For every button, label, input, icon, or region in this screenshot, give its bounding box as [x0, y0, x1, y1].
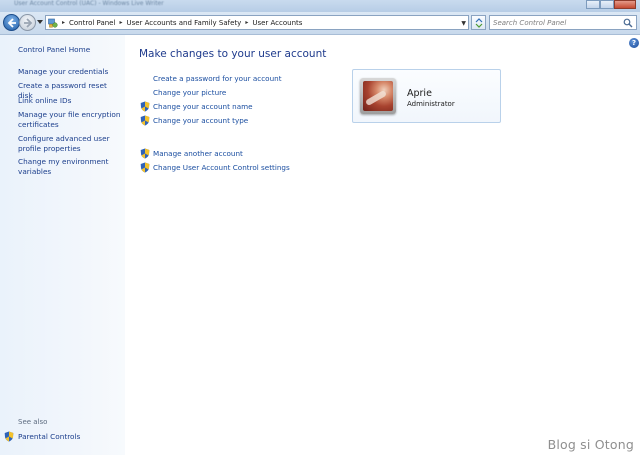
uac-shield-icon: [140, 115, 150, 126]
navigation-bar: ▸ Control Panel ▸ User Accounts and Fami…: [0, 12, 640, 35]
breadcrumb: ▸ Control Panel ▸ User Accounts and Fami…: [60, 16, 302, 29]
change-environment-variables-link[interactable]: Change my environment variables: [18, 157, 122, 177]
parental-controls-link[interactable]: Parental Controls: [4, 431, 80, 442]
uac-shield-icon: [140, 148, 150, 159]
watermark-text: Blog si Otong: [547, 437, 634, 452]
parental-controls-label[interactable]: Parental Controls: [18, 432, 80, 441]
forward-button[interactable]: [19, 14, 36, 31]
address-dropdown-icon[interactable]: ▼: [461, 20, 466, 27]
help-button[interactable]: ?: [629, 38, 639, 48]
user-picture-icon: [363, 81, 393, 111]
breadcrumb-separator-icon[interactable]: ▸: [119, 19, 122, 26]
create-password-link[interactable]: Create a password for your account: [140, 73, 282, 83]
uac-shield-icon: [140, 101, 150, 112]
task-icon-slot: [140, 73, 153, 83]
window-title: User Account Control (UAC) - Windows Liv…: [14, 0, 164, 7]
breadcrumb-separator-icon[interactable]: ▸: [62, 19, 65, 26]
search-box[interactable]: [489, 15, 637, 30]
close-button[interactable]: [614, 0, 636, 9]
uac-shield-icon: [140, 162, 150, 173]
task-label[interactable]: Change your account name: [153, 102, 253, 111]
task-label[interactable]: Create a password for your account: [153, 74, 282, 83]
user-role: Administrator: [407, 100, 455, 108]
task-icon-slot: [140, 87, 153, 97]
avatar: [360, 78, 396, 114]
control-panel-icon: [48, 18, 58, 28]
shield-icon: [4, 431, 14, 442]
breadcrumb-user-accounts-family-safety[interactable]: User Accounts and Family Safety: [126, 19, 241, 27]
change-uac-settings-link[interactable]: Change User Account Control settings: [140, 162, 290, 173]
forward-arrow-icon: [24, 18, 33, 28]
change-account-type-link[interactable]: Change your account type: [140, 115, 248, 126]
manage-credentials-link[interactable]: Manage your credentials: [18, 67, 122, 77]
task-label[interactable]: Change User Account Control settings: [153, 163, 290, 172]
window-controls: [586, 0, 636, 9]
link-online-ids-link[interactable]: Link online IDs: [18, 96, 122, 106]
back-button[interactable]: [3, 14, 20, 31]
search-input[interactable]: [493, 17, 619, 28]
see-also-heading: See also: [18, 418, 48, 426]
change-account-name-link[interactable]: Change your account name: [140, 101, 253, 112]
task-label[interactable]: Change your account type: [153, 116, 248, 125]
user-name: Aprie: [407, 88, 432, 99]
refresh-button[interactable]: [471, 15, 486, 30]
minimize-button[interactable]: [586, 0, 600, 9]
help-icon: ?: [631, 39, 637, 47]
breadcrumb-separator-icon[interactable]: ▸: [245, 19, 248, 26]
configure-advanced-profile-link[interactable]: Configure advanced user profile properti…: [18, 134, 122, 154]
address-bar[interactable]: ▸ Control Panel ▸ User Accounts and Fami…: [45, 15, 469, 30]
control-panel-home-link[interactable]: Control Panel Home: [18, 45, 122, 55]
recent-pages-icon[interactable]: [37, 19, 43, 25]
manage-file-encryption-link[interactable]: Manage your file encryption certificates: [18, 110, 122, 130]
task-label[interactable]: Change your picture: [153, 88, 226, 97]
manage-another-account-link[interactable]: Manage another account: [140, 148, 243, 159]
change-picture-link[interactable]: Change your picture: [140, 87, 226, 97]
task-label[interactable]: Manage another account: [153, 149, 243, 158]
page-title: Make changes to your user account: [139, 48, 327, 60]
title-bar: User Account Control (UAC) - Windows Liv…: [0, 0, 640, 12]
left-task-pane: Control Panel Home Manage your credentia…: [0, 35, 125, 455]
refresh-icon: [475, 18, 483, 28]
maximize-button[interactable]: [600, 0, 614, 9]
back-arrow-icon: [7, 18, 16, 28]
breadcrumb-user-accounts[interactable]: User Accounts: [252, 19, 302, 27]
search-icon[interactable]: [623, 18, 633, 28]
user-account-card: Aprie Administrator: [352, 69, 501, 123]
breadcrumb-control-panel[interactable]: Control Panel: [69, 19, 115, 27]
